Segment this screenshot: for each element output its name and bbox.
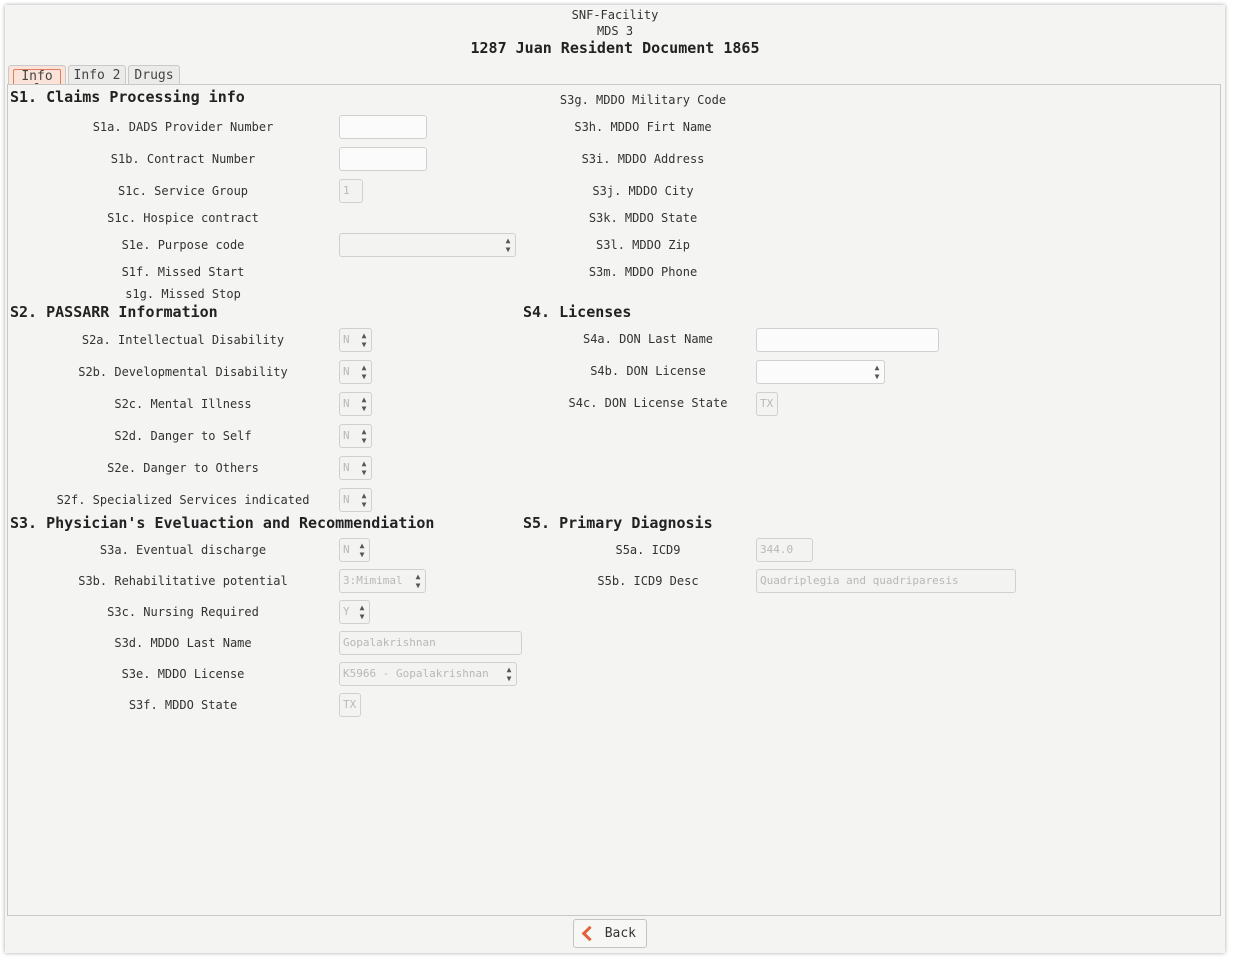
s1b-contract-number-input[interactable]	[339, 147, 427, 171]
spinner-icon[interactable]: ▲ ▼	[357, 393, 371, 415]
spinner-icon[interactable]: ▲ ▼	[355, 601, 369, 623]
s2c-value: N	[343, 397, 350, 410]
s3c-value: Y	[343, 605, 350, 618]
s3f-label: S3f. MDDO State	[128, 698, 238, 712]
s3a-value: N	[343, 543, 350, 556]
spinner-icon[interactable]: ▲ ▼	[357, 489, 371, 511]
spinner-icon[interactable]: ▲ ▼	[870, 361, 884, 383]
section-s1-title: S1. Claims Processing info	[10, 88, 245, 106]
s1e-purpose-code-select[interactable]: ▲ ▼	[339, 233, 516, 257]
s3e-mddo-license-select[interactable]: K5966 - Gopalakrishnan ▲ ▼	[339, 662, 517, 686]
s3i-label: S3i. MDDO Address	[581, 152, 705, 166]
s2c-spinner[interactable]: N ▲ ▼	[339, 392, 372, 416]
s5a-label: S5a. ICD9	[615, 543, 681, 557]
s3a-discharge-spinner[interactable]: N ▲ ▼	[339, 538, 370, 562]
spinner-icon[interactable]: ▲ ▼	[357, 457, 371, 479]
tab-drugs[interactable]: Drugs	[128, 65, 180, 86]
s5b-label: S5b. ICD9 Desc	[597, 574, 699, 588]
s1c-hospice-label: S1c. Hospice contract	[107, 211, 259, 225]
s1a-label: S1a. DADS Provider Number	[92, 120, 274, 134]
tab-info-2[interactable]: Info 2	[68, 65, 126, 86]
s3h-label: S3h. MDDO Firt Name	[574, 120, 712, 134]
spinner-icon[interactable]: ▲ ▼	[357, 425, 371, 447]
spinner-icon[interactable]: ▲ ▼	[411, 570, 425, 592]
s2d-spinner[interactable]: N ▲ ▼	[339, 424, 372, 448]
spinner-icon[interactable]: ▲ ▼	[357, 329, 371, 351]
s1e-label: S1e. Purpose code	[121, 238, 245, 252]
section-s4-title: S4. Licenses	[523, 303, 632, 321]
s3c-nursing-spinner[interactable]: Y ▲ ▼	[339, 600, 370, 624]
s2a-label: S2a. Intellectual Disability	[81, 333, 285, 347]
s1f-label: S1f. Missed Start	[121, 265, 245, 279]
s4b-label: S4b. DON License	[590, 364, 706, 378]
s1c-label: S1c. Service Group	[117, 184, 249, 198]
chevron-left-icon	[581, 925, 598, 942]
s2f-spinner[interactable]: N ▲ ▼	[339, 488, 372, 512]
spinner-icon[interactable]: ▲ ▼	[501, 234, 515, 256]
s2f-value: N	[343, 493, 350, 506]
s2a-value: N	[343, 333, 350, 346]
s4c-state-field[interactable]: TX	[756, 392, 778, 416]
s3a-label: S3a. Eventual discharge	[99, 543, 267, 557]
s1c-service-group-field[interactable]: 1	[339, 179, 363, 203]
s3l-label: S3l. MDDO Zip	[596, 238, 690, 252]
s2e-label: S2e. Danger to Others	[107, 461, 259, 475]
s2b-label: S2b. Developmental Disability	[78, 365, 288, 379]
s1g-label: s1g. Missed Stop	[125, 287, 241, 301]
s4b-don-license-select[interactable]: ▲ ▼	[756, 360, 885, 384]
s1a-provider-number-input[interactable]	[339, 115, 427, 139]
s5a-icd9-field[interactable]: 344.0	[756, 538, 813, 562]
s4a-don-last-name-input[interactable]	[756, 328, 939, 352]
s2c-label: S2c. Mental Illness	[114, 397, 252, 411]
s3j-label: S3j. MDDO City	[592, 184, 694, 198]
document-title: 1287 Juan Resident Document 1865	[470, 39, 760, 57]
s3b-rehab-potential-select[interactable]: 3:Mimimal ▲ ▼	[339, 569, 426, 593]
s1b-label: S1b. Contract Number	[110, 152, 256, 166]
s2b-value: N	[343, 365, 350, 378]
section-s2-title: S2. PASSARR Information	[10, 303, 218, 321]
s2d-label: S2d. Danger to Self	[114, 429, 252, 443]
s3e-value: K5966 - Gopalakrishnan	[343, 667, 489, 680]
back-button-label: Back	[604, 926, 636, 941]
s3k-label: S3k. MDDO State	[588, 211, 698, 225]
s3e-label: S3e. MDDO License	[121, 667, 245, 681]
s2d-value: N	[343, 429, 350, 442]
s2e-value: N	[343, 461, 350, 474]
s4a-label: S4a. DON Last Name	[582, 332, 714, 346]
tab-panel: S1. Claims Processing info S1a. DADS Pro…	[7, 84, 1221, 916]
form-name: MDS 3	[596, 24, 634, 38]
tab-info-1[interactable]: Info 1	[8, 65, 66, 96]
section-s3-title: S3. Physician's Eveluaction and Recommen…	[10, 514, 435, 532]
back-button[interactable]: Back	[573, 919, 647, 948]
s2f-label: S2f. Specialized Services indicated	[56, 493, 310, 507]
s3g-label: S3g. MDDO Military Code	[559, 93, 727, 107]
s3f-state-field[interactable]: TX	[339, 693, 361, 717]
s2b-spinner[interactable]: N ▲ ▼	[339, 360, 372, 384]
s2a-spinner[interactable]: N ▲ ▼	[339, 328, 372, 352]
spinner-icon[interactable]: ▲ ▼	[357, 361, 371, 383]
s3d-label: S3d. MDDO Last Name	[114, 636, 252, 650]
app-window: SNF-Facility MDS 3 1287 Juan Resident Do…	[5, 5, 1225, 953]
s3c-label: S3c. Nursing Required	[107, 605, 259, 619]
s5b-icd9-desc-field[interactable]: Quadriplegia and quadriparesis	[756, 569, 1016, 593]
spinner-icon[interactable]: ▲ ▼	[355, 539, 369, 561]
s3b-label: S3b. Rehabilitative potential	[78, 574, 288, 588]
s4c-label: S4c. DON License State	[568, 396, 728, 410]
s3m-label: S3m. MDDO Phone	[588, 265, 698, 279]
s2e-spinner[interactable]: N ▲ ▼	[339, 456, 372, 480]
facility-name: SNF-Facility	[571, 8, 659, 22]
spinner-icon[interactable]: ▲ ▼	[502, 663, 516, 685]
s3b-value: 3:Mimimal	[343, 574, 403, 587]
section-s5-title: S5. Primary Diagnosis	[523, 514, 713, 532]
s3d-mddo-last-name-field[interactable]: Gopalakrishnan	[339, 631, 522, 655]
